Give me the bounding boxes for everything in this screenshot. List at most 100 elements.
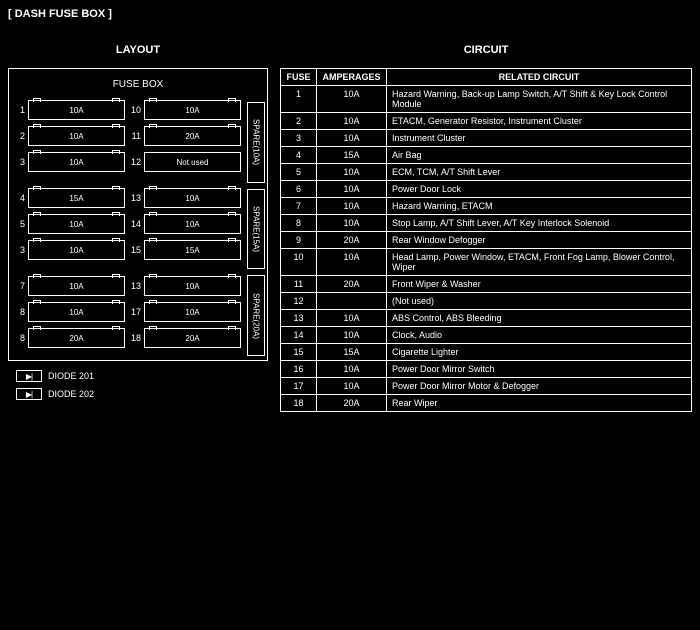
table-row: 1820ARear Wiper <box>281 395 692 412</box>
table-row: 810AStop Lamp, A/T Shift Lever, A/T Key … <box>281 215 692 232</box>
cell-fuse: 3 <box>281 130 317 147</box>
spares-column: SPARE(10A) SPARE(15A) SPARE(20A) <box>245 98 267 360</box>
cell-circuit: Stop Lamp, A/T Shift Lever, A/T Key Inte… <box>387 215 692 232</box>
fuse-cell: 1710A <box>129 302 241 322</box>
fuse-icon: 20A <box>144 126 241 146</box>
cell-circuit: Power Door Mirror Motor & Defogger <box>387 378 692 395</box>
fuse-cell: 1310A <box>129 276 241 296</box>
fuse-icon: 10A <box>144 188 241 208</box>
fuse-number: 10 <box>129 105 141 115</box>
cell-circuit: Power Door Mirror Switch <box>387 361 692 378</box>
cell-amperage: 10A <box>317 327 387 344</box>
fuse-icon: 10A <box>28 214 125 234</box>
fuse-cell: 1120A <box>129 126 241 146</box>
table-row: 710AHazard Warning, ETACM <box>281 198 692 215</box>
cell-circuit: ETACM, Generator Resistor, Instrument Cl… <box>387 113 692 130</box>
fuse-icon: 10A <box>28 126 125 146</box>
fuse-row: 810A1710A <box>13 302 241 322</box>
fuse-grid: 110A1010A210A1120A310A12Not used415A1310… <box>9 98 245 360</box>
fuse-row: 310A1515A <box>13 240 241 260</box>
fuse-row: 310A12Not used <box>13 152 241 172</box>
table-row: 210AETACM, Generator Resistor, Instrumen… <box>281 113 692 130</box>
table-header-cell: FUSE <box>281 69 317 86</box>
fuse-number: 12 <box>129 157 141 167</box>
cell-fuse: 7 <box>281 198 317 215</box>
table-header-cell: AMPERAGES <box>317 69 387 86</box>
cell-circuit: Cigarette Lighter <box>387 344 692 361</box>
fuse-icon: 10A <box>144 214 241 234</box>
fuse-number: 11 <box>129 131 141 141</box>
fuse-cell: 510A <box>13 214 125 234</box>
fuse-icon: 10A <box>144 100 241 120</box>
cell-amperage: 10A <box>317 378 387 395</box>
cell-amperage: 10A <box>317 113 387 130</box>
fuse-number: 4 <box>13 193 25 203</box>
cell-circuit: Hazard Warning, Back-up Lamp Switch, A/T… <box>387 86 692 113</box>
table-row: 1410AClock, Audio <box>281 327 692 344</box>
cell-fuse: 16 <box>281 361 317 378</box>
fuse-icon: 10A <box>144 276 241 296</box>
fuse-number: 8 <box>13 333 25 343</box>
fuse-icon: 20A <box>28 328 125 348</box>
fusebox: FUSE BOX 110A1010A210A1120A310A12Not use… <box>8 68 268 361</box>
fuse-icon: 15A <box>28 188 125 208</box>
cell-circuit: Power Door Lock <box>387 181 692 198</box>
spare-slot: SPARE(20A) <box>247 275 265 356</box>
fuse-icon: 10A <box>28 302 125 322</box>
cell-amperage: 20A <box>317 232 387 249</box>
spare-slot: SPARE(15A) <box>247 189 265 270</box>
cell-fuse: 5 <box>281 164 317 181</box>
cell-amperage: 10A <box>317 361 387 378</box>
cell-amperage: 10A <box>317 164 387 181</box>
cell-circuit: Clock, Audio <box>387 327 692 344</box>
spare-slot: SPARE(10A) <box>247 102 265 183</box>
fuse-row: 710A1310A <box>13 276 241 296</box>
fuse-icon: 15A <box>144 240 241 260</box>
cell-amperage: 15A <box>317 147 387 164</box>
cell-amperage: 15A <box>317 344 387 361</box>
cell-amperage: 10A <box>317 86 387 113</box>
cell-fuse: 13 <box>281 310 317 327</box>
cell-circuit: Rear Wiper <box>387 395 692 412</box>
table-row: 1515ACigarette Lighter <box>281 344 692 361</box>
cell-amperage <box>317 293 387 310</box>
table-row: 415AAir Bag <box>281 147 692 164</box>
table-row: 1610APower Door Mirror Switch <box>281 361 692 378</box>
cell-fuse: 11 <box>281 276 317 293</box>
cell-fuse: 10 <box>281 249 317 276</box>
fuse-icon: 20A <box>144 328 241 348</box>
diode-icon <box>16 388 42 400</box>
fuse-number: 7 <box>13 281 25 291</box>
fuse-cell: 710A <box>13 276 125 296</box>
cell-fuse: 8 <box>281 215 317 232</box>
fuse-number: 13 <box>129 193 141 203</box>
fuse-cell: 820A <box>13 328 125 348</box>
cell-amperage: 10A <box>317 310 387 327</box>
diode-row: DIODE 201 <box>8 367 268 385</box>
fuse-number: 1 <box>13 105 25 115</box>
fuse-number: 14 <box>129 219 141 229</box>
fuse-number: 5 <box>13 219 25 229</box>
table-row: 310AInstrument Cluster <box>281 130 692 147</box>
fuse-cell: 1820A <box>129 328 241 348</box>
cell-amperage: 20A <box>317 395 387 412</box>
fuse-number: 15 <box>129 245 141 255</box>
fuse-cell: 1310A <box>129 188 241 208</box>
circuit-panel: CIRCUIT FUSEAMPERAGESRELATED CIRCUIT 110… <box>280 40 692 412</box>
cell-amperage: 10A <box>317 198 387 215</box>
cell-circuit: Hazard Warning, ETACM <box>387 198 692 215</box>
cell-circuit: Head Lamp, Power Window, ETACM, Front Fo… <box>387 249 692 276</box>
cell-fuse: 14 <box>281 327 317 344</box>
table-header-cell: RELATED CIRCUIT <box>387 69 692 86</box>
fuse-row: 210A1120A <box>13 126 241 146</box>
table-row: 510AECM, TCM, A/T Shift Lever <box>281 164 692 181</box>
fuse-cell: 1410A <box>129 214 241 234</box>
cell-circuit: Instrument Cluster <box>387 130 692 147</box>
fuse-number: 3 <box>13 157 25 167</box>
fuse-icon: 10A <box>144 302 241 322</box>
cell-circuit: Air Bag <box>387 147 692 164</box>
diode-icon <box>16 370 42 382</box>
cell-amperage: 10A <box>317 181 387 198</box>
fuse-cell: 810A <box>13 302 125 322</box>
fuse-cell: 1515A <box>129 240 241 260</box>
